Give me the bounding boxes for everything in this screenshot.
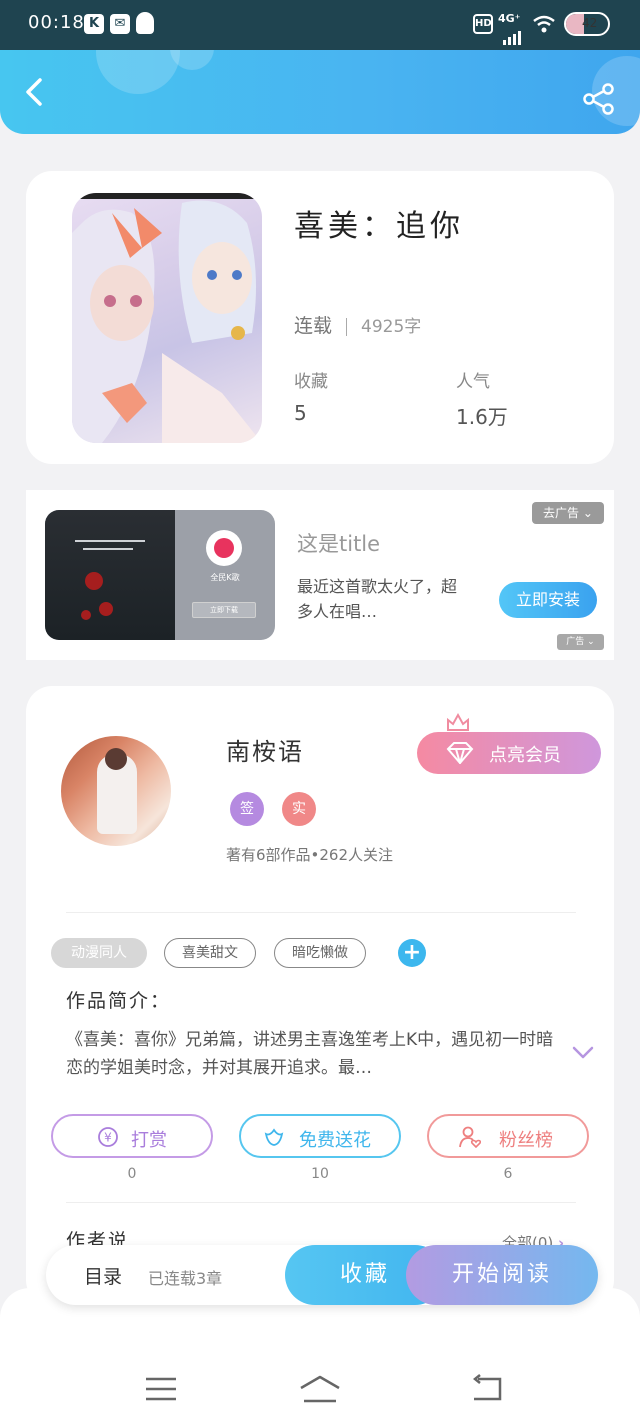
verified-badge: 实 bbox=[282, 792, 316, 826]
ad-remove-button[interactable]: 去广告 ⌄ bbox=[532, 502, 604, 524]
status-time: 00:18 bbox=[28, 12, 85, 33]
popularity-label: 人气 bbox=[456, 372, 490, 392]
user-heart-icon bbox=[459, 1126, 481, 1148]
wifi-icon bbox=[533, 15, 555, 33]
intro-text: 《喜美：喜你》兄弟篇，讲述男主喜逸笙考上K中，遇见初一时暗恋的学姐美时念，并对其… bbox=[66, 1030, 554, 1078]
header-bar bbox=[0, 50, 640, 134]
yen-coin-icon: ¥ bbox=[98, 1127, 118, 1147]
fan-ranking-label: 粉丝榜 bbox=[499, 1130, 553, 1151]
battery-icon: 42 bbox=[564, 12, 610, 36]
diamond-icon bbox=[446, 742, 474, 764]
popularity-value: 1.6万 bbox=[456, 405, 508, 429]
ad-mark: 广告 ⌄ bbox=[557, 634, 604, 650]
book-cover-image[interactable] bbox=[72, 193, 262, 443]
tip-label: 打赏 bbox=[131, 1130, 167, 1151]
serial-info: 已连载3章 bbox=[148, 1269, 223, 1288]
signal-icon bbox=[503, 26, 523, 45]
kge-logo-icon bbox=[206, 530, 242, 566]
status-bar: 00:18 K ✉ HD 4G⁺ 42 bbox=[0, 0, 640, 50]
book-info-card: 喜美：追你 连载 4925字 收藏 5 人气 1.6万 bbox=[26, 171, 614, 464]
ad-download-button[interactable]: 立即下载 bbox=[192, 602, 256, 618]
tag-item[interactable]: 动漫同人 bbox=[51, 938, 147, 968]
toc-button[interactable]: 目录 bbox=[84, 1262, 122, 1289]
menu-icon[interactable] bbox=[144, 1374, 178, 1404]
ad-app-name: 全民K歌 bbox=[210, 573, 240, 582]
divider bbox=[66, 1202, 576, 1203]
kuaishou-notification-icon: K bbox=[84, 14, 104, 34]
share-button[interactable] bbox=[582, 82, 616, 116]
vip-button-label: 点亮会员 bbox=[489, 745, 561, 766]
back-button[interactable] bbox=[20, 76, 52, 108]
qq-notification-icon bbox=[136, 12, 154, 34]
book-title: 喜美：追你 bbox=[294, 209, 464, 244]
divider bbox=[66, 912, 576, 913]
tip-count: 0 bbox=[127, 1166, 137, 1182]
ad-description: 最近这首歌太火了，超多人在唱… bbox=[297, 577, 458, 621]
add-tag-button[interactable]: + bbox=[398, 939, 426, 967]
start-reading-button[interactable]: 开始阅读 bbox=[406, 1245, 598, 1305]
flower-icon bbox=[264, 1128, 284, 1146]
send-flower-button[interactable]: 免费送花 bbox=[239, 1114, 401, 1158]
bottom-action-bar: 目录 已连载3章 收藏 开始阅读 bbox=[46, 1245, 598, 1305]
vip-button[interactable]: 点亮会员 bbox=[417, 732, 601, 774]
ad-install-button[interactable]: 立即安装 bbox=[499, 582, 597, 618]
svg-text:¥: ¥ bbox=[104, 1131, 112, 1145]
author-works-info: 著有6部作品•262人关注 bbox=[226, 846, 394, 864]
collect-count: 5 bbox=[294, 401, 307, 425]
ad-image[interactable]: 全民K歌 立即下载 bbox=[45, 510, 275, 640]
hd-icon: HD bbox=[473, 14, 493, 34]
expand-chevron-icon[interactable] bbox=[572, 1046, 594, 1060]
collect-label: 收藏 bbox=[294, 372, 328, 392]
network-type: 4G⁺ bbox=[498, 12, 521, 25]
mail-notification-icon: ✉ bbox=[110, 14, 130, 34]
fan-ranking-button[interactable]: 粉丝榜 bbox=[427, 1114, 589, 1158]
book-status: 连载 bbox=[294, 315, 333, 337]
crown-icon bbox=[447, 712, 469, 731]
back-nav-icon[interactable] bbox=[470, 1374, 504, 1404]
fan-count: 6 bbox=[503, 1166, 513, 1182]
author-name[interactable]: 南桉语 bbox=[226, 732, 304, 767]
system-nav-bar bbox=[0, 1288, 640, 1427]
tag-item[interactable]: 喜美甜文 bbox=[164, 938, 256, 968]
ad-title: 这是title bbox=[297, 532, 381, 556]
intro-heading: 作品简介： bbox=[66, 990, 172, 1012]
book-status-line: 连载 4925字 bbox=[294, 311, 421, 338]
tip-button[interactable]: ¥ 打赏 bbox=[51, 1114, 213, 1158]
flower-count: 10 bbox=[311, 1166, 329, 1182]
author-card: 南桉语 签 实 著有6部作品•262人关注 点亮会员 动漫同人 喜美甜文 暗吃懒… bbox=[26, 686, 614, 1306]
book-word-count: 4925字 bbox=[361, 317, 422, 337]
ad-banner[interactable]: 全民K歌 立即下载 这是title 最近这首歌太火了，超多人在唱… 立即安装 去… bbox=[26, 490, 614, 660]
home-icon[interactable] bbox=[298, 1374, 342, 1404]
battery-level: 42 bbox=[582, 16, 598, 30]
signed-badge: 签 bbox=[230, 792, 264, 826]
tag-item[interactable]: 暗吃懒做 bbox=[274, 938, 366, 968]
ad-remove-label: 去广告 bbox=[543, 506, 580, 520]
send-flower-label: 免费送花 bbox=[299, 1130, 371, 1151]
author-avatar[interactable] bbox=[61, 736, 171, 846]
